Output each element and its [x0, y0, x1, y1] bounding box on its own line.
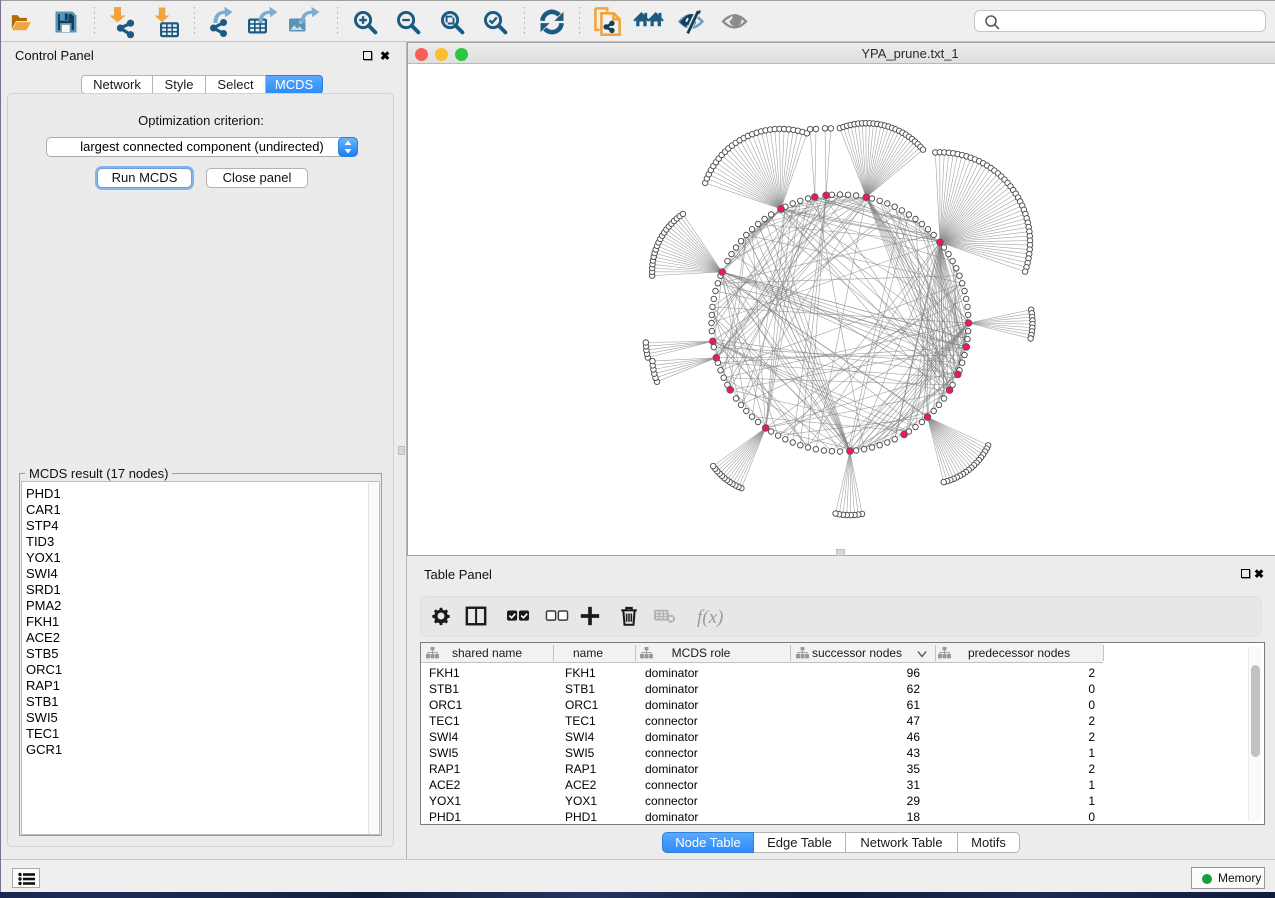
svg-text:f(x): f(x): [697, 607, 723, 628]
